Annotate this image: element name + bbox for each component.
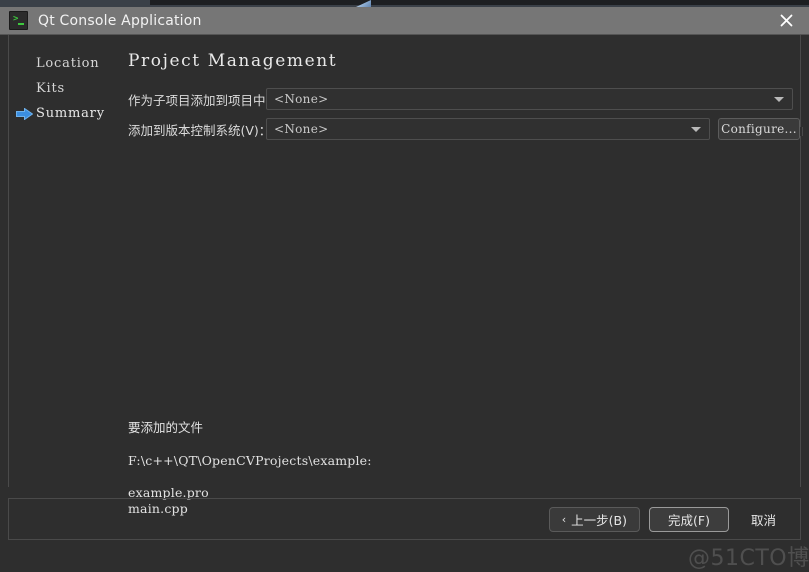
sidebar-item-kits[interactable]: Kits xyxy=(12,76,120,101)
vcs-select[interactable]: <None> xyxy=(266,118,710,140)
sidebar-item-label: Location xyxy=(36,56,100,71)
subproject-select-value: <None> xyxy=(274,92,329,106)
title-bar[interactable]: > Qt Console Application xyxy=(0,7,809,34)
configure-button[interactable]: Configure... xyxy=(718,118,800,140)
sidebar-item-summary[interactable]: Summary xyxy=(12,101,120,126)
back-button[interactable]: ‹ 上一步(B) xyxy=(548,507,640,532)
form-row-subproject: 作为子项目添加到项目中： <None> xyxy=(128,88,793,110)
window-title: Qt Console Application xyxy=(38,12,202,29)
form-row-vcs: 添加到版本控制系统(V)： <None> Configure... xyxy=(128,118,800,140)
wizard-step-sidebar: Location Kits Summary xyxy=(12,51,120,126)
project-path: F:\c++\QT\OpenCVProjects\example: xyxy=(128,453,372,468)
finish-button[interactable]: 完成(F) xyxy=(648,507,729,532)
sidebar-item-location[interactable]: Location xyxy=(12,51,120,76)
close-icon[interactable] xyxy=(763,7,809,34)
chevron-left-icon: ‹ xyxy=(561,513,567,526)
main-panel: Project Management 作为子项目添加到项目中： <None> 添… xyxy=(128,51,800,148)
dialog-body: Location Kits Summary Project Management xyxy=(0,34,809,571)
vcs-label: 添加到版本控制系统(V)： xyxy=(128,122,272,138)
desktop-backdrop xyxy=(0,0,809,7)
chevron-down-icon xyxy=(774,97,784,102)
dialog-button-bar: ‹ 上一步(B) 完成(F) 取消 xyxy=(548,507,789,532)
arrow-right-icon xyxy=(12,107,36,120)
terminal-cursor-glyph xyxy=(18,23,24,25)
sidebar-item-label: Kits xyxy=(36,81,65,96)
page-title: Project Management xyxy=(128,51,338,71)
sidebar-item-label: Summary xyxy=(36,106,105,121)
right-edge-divider xyxy=(800,35,801,487)
cancel-button-label: 取消 xyxy=(750,513,776,528)
chevron-down-icon xyxy=(691,127,701,132)
background-window-bar xyxy=(150,0,809,5)
subproject-label: 作为子项目添加到项目中： xyxy=(128,92,279,108)
sidebar-divider xyxy=(8,35,9,487)
cancel-button[interactable]: 取消 xyxy=(738,507,789,532)
subproject-select[interactable]: <None> xyxy=(266,88,793,110)
terminal-icon: > xyxy=(9,11,28,30)
back-button-label: 上一步(B) xyxy=(571,513,627,528)
finish-button-label: 完成(F) xyxy=(668,513,710,528)
vcs-select-value: <None> xyxy=(274,122,329,136)
watermark: @51CTO博客 xyxy=(688,546,809,571)
files-to-add-heading: 要添加的文件 xyxy=(128,420,204,435)
qt-wizard-window: > Qt Console Application Location Kits S… xyxy=(0,7,809,571)
